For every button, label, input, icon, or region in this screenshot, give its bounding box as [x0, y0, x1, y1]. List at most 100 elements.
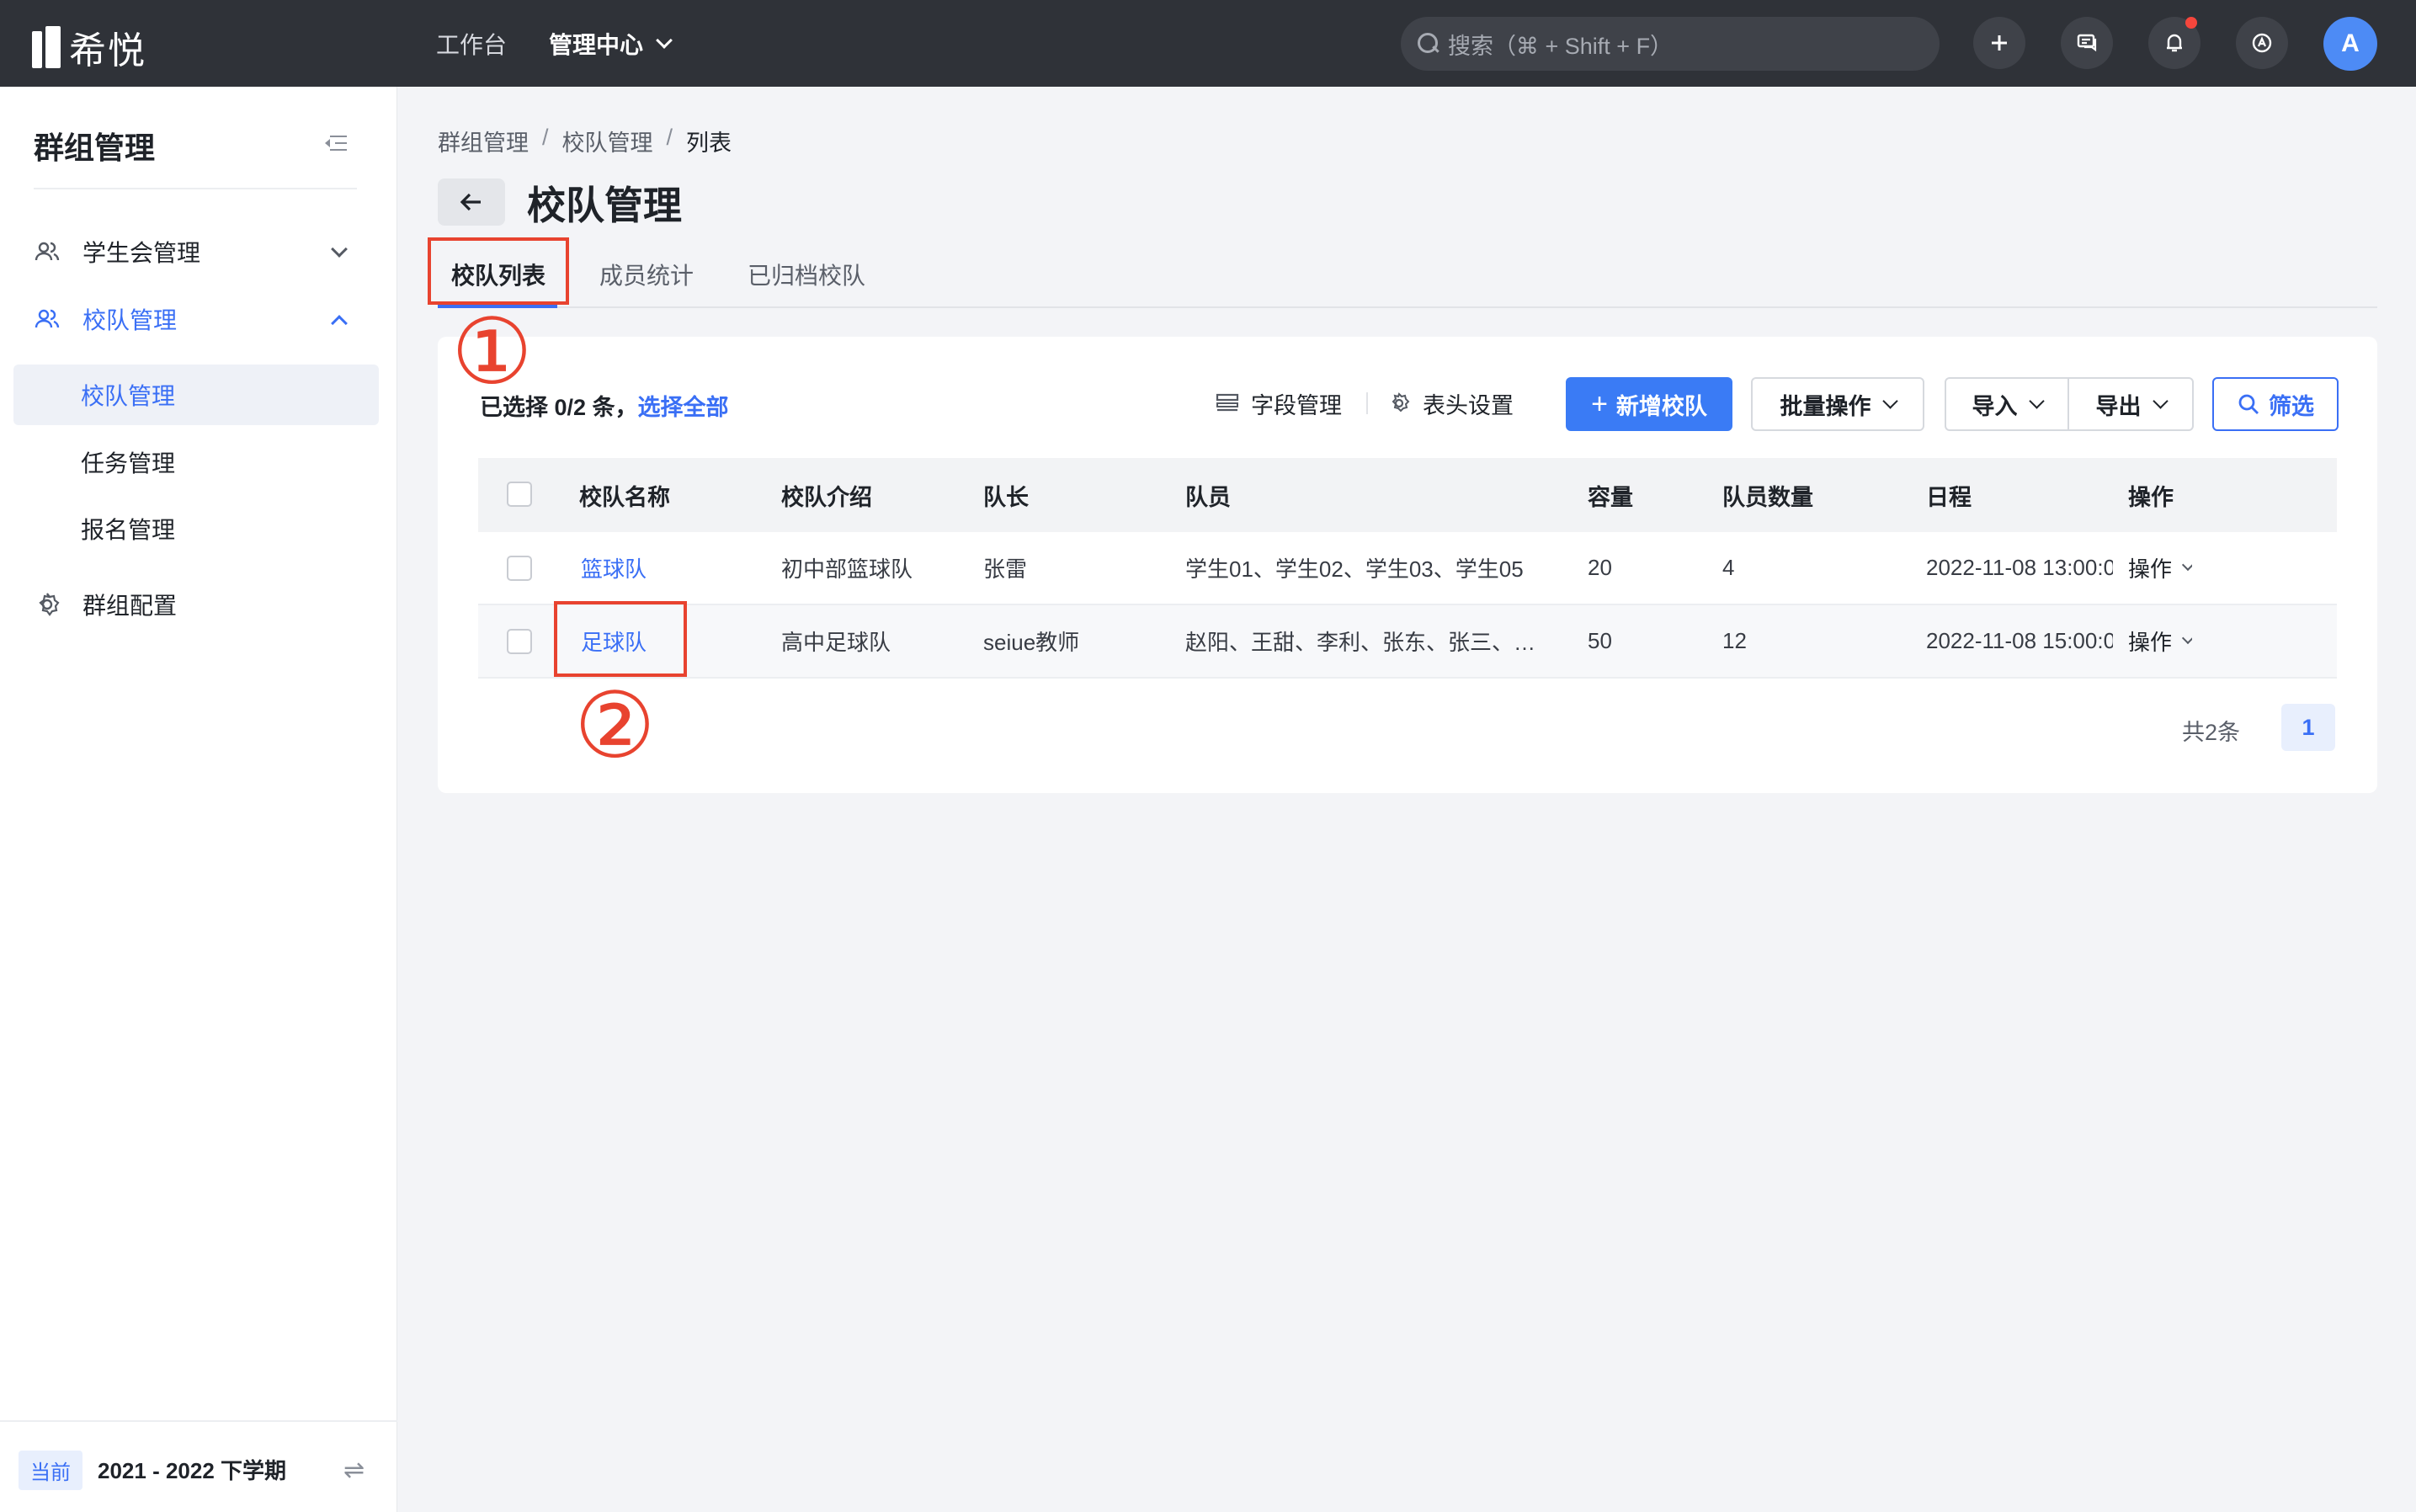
add-team-button[interactable]: + 新增校队 [1566, 377, 1732, 431]
team-schedule: 2022-11-08 15:00:00-2022-1 [1926, 628, 2113, 653]
notification-dot [2185, 17, 2197, 29]
breadcrumb: 群组管理 / 校队管理 / 列表 [438, 125, 732, 157]
field-manage-button[interactable]: 字段管理 [1216, 377, 1342, 429]
column-header[interactable]: 队员数量 [1722, 479, 1813, 512]
nav-admin-center-label: 管理中心 [549, 31, 644, 58]
sidebar-item-group-config[interactable]: 群组配置 [13, 574, 379, 635]
avatar[interactable]: A [2323, 17, 2377, 71]
import-dropdown[interactable]: 导入 [1945, 377, 2069, 431]
top-nav: 工作台 管理中心 [436, 0, 673, 87]
team-table: 校队名称 校队介绍 队长 队员 容量 队员数量 日程 操作 篮球队 初中部篮球队… [478, 458, 2337, 679]
chevron-down-icon [656, 31, 673, 49]
help-button[interactable] [2236, 17, 2288, 69]
tab-member-stats[interactable]: 成员统计 [599, 258, 694, 291]
collapse-sidebar-icon[interactable] [325, 134, 347, 152]
table-row: 足球队 高中足球队 seiue教师 赵阳、王甜、李利、张东、张三、… 50 12… [478, 605, 2337, 679]
team-member-count: 4 [1722, 555, 1735, 580]
column-header[interactable]: 操作 [2128, 479, 2174, 512]
tab-bar: 校队列表 成员统计 已归档校队 [438, 249, 2377, 308]
nav-workbench[interactable]: 工作台 [436, 27, 507, 61]
row-checkbox[interactable] [507, 556, 532, 581]
breadcrumb-group-management[interactable]: 群组管理 [438, 125, 529, 157]
sidebar-item-team-management[interactable]: 校队管理 [13, 289, 379, 349]
team-intro: 高中足球队 [781, 630, 891, 655]
search-icon [1418, 33, 1439, 55]
chevron-up-icon [331, 315, 348, 332]
logo[interactable]: 希悦 [32, 20, 146, 74]
export-label: 导出 [2095, 393, 2142, 419]
add-team-label: 新增校队 [1615, 393, 1707, 419]
sidebar-subitem-team-management[interactable]: 校队管理 [13, 365, 379, 425]
bell-icon [2167, 34, 2182, 52]
row-operation-dropdown[interactable]: 操作 [2128, 552, 2193, 583]
nav-admin-center[interactable]: 管理中心 [549, 27, 673, 61]
select-all-checkbox[interactable] [507, 482, 532, 507]
messages-button[interactable] [2061, 17, 2113, 69]
sidebar-subitem-signup-management[interactable]: 报名管理 [13, 498, 379, 559]
swap-term-icon[interactable]: ⇌ [343, 1456, 365, 1485]
sidebar-item-label: 校队管理 [82, 307, 178, 333]
annotation-box-tab [428, 237, 569, 305]
sidebar-title: 群组管理 [34, 130, 156, 165]
batch-operation-label: 批量操作 [1780, 393, 1871, 419]
team-members: 学生01、学生02、学生03、学生05 [1185, 556, 1524, 582]
message-icon [2077, 34, 2097, 52]
global-search-input[interactable]: 搜索（⌘ + Shift + F） [1401, 17, 1940, 71]
column-header[interactable]: 校队介绍 [781, 479, 872, 512]
column-header[interactable]: 容量 [1588, 479, 1633, 512]
column-header[interactable]: 校队名称 [579, 479, 670, 512]
team-captain: 张雷 [983, 556, 1028, 582]
select-all-link[interactable]: 选择全部 [638, 395, 729, 420]
team-members: 赵阳、王甜、李利、张东、张三、… [1185, 630, 1536, 655]
pagination-page[interactable]: 1 [2281, 704, 2335, 751]
page-title: 校队管理 [527, 184, 682, 227]
current-term: 2021 - 2022 下学期 [98, 1458, 287, 1483]
team-capacity: 20 [1588, 555, 1612, 580]
operation-label: 操作 [2128, 630, 2173, 655]
sidebar-footer-divider [0, 1420, 397, 1422]
sidebar-item-student-council[interactable]: 学生会管理 [13, 221, 379, 282]
import-label: 导入 [1972, 393, 2018, 419]
batch-operation-dropdown[interactable]: 批量操作 [1751, 377, 1924, 431]
top-bar: 希悦 工作台 管理中心 搜索（⌘ + Shift + F） A [0, 0, 2416, 87]
header-settings-button[interactable]: 表头设置 [1387, 377, 1514, 429]
column-header[interactable]: 队员 [1185, 479, 1231, 512]
column-header[interactable]: 日程 [1926, 479, 1972, 512]
sidebar-divider [34, 188, 357, 189]
field-manage-label: 字段管理 [1251, 392, 1342, 418]
export-dropdown[interactable]: 导出 [2067, 377, 2194, 431]
table-header: 校队名称 校队介绍 队长 队员 容量 队员数量 日程 操作 [478, 458, 2337, 532]
team-intro: 初中部篮球队 [781, 556, 913, 582]
chevron-down-icon [2152, 392, 2169, 409]
column-header[interactable]: 队长 [983, 479, 1029, 512]
team-captain: seiue教师 [983, 630, 1080, 655]
filter-label: 筛选 [2269, 393, 2314, 419]
sidebar-subitem-task-management[interactable]: 任务管理 [13, 432, 379, 492]
team-name-link[interactable]: 篮球队 [581, 552, 647, 583]
row-checkbox[interactable] [507, 629, 532, 654]
tab-archived-teams[interactable]: 已归档校队 [748, 258, 865, 291]
annotation-box-team-link [554, 601, 687, 677]
filter-button[interactable]: 筛选 [2212, 377, 2339, 431]
row-operation-dropdown[interactable]: 操作 [2128, 626, 2193, 657]
chevron-down-icon [1881, 392, 1898, 409]
back-button[interactable] [438, 178, 505, 226]
fields-icon [1216, 393, 1239, 412]
users-icon [35, 242, 60, 261]
chevron-down-icon [2028, 392, 2045, 409]
team-member-count: 12 [1722, 628, 1747, 653]
team-schedule: 2022-11-08 13:00:00-2022-1 [1926, 555, 2113, 580]
pagination-total: 共2条 [2182, 720, 2241, 745]
operation-label: 操作 [2128, 556, 2173, 582]
notifications-button[interactable] [2148, 17, 2200, 69]
current-term-badge: 当前 [19, 1451, 82, 1490]
sidebar-item-label: 学生会管理 [82, 240, 201, 266]
breadcrumb-team-management[interactable]: 校队管理 [562, 125, 653, 157]
create-button[interactable] [1973, 17, 2025, 69]
annotation-number-two: ② [574, 674, 656, 776]
logo-text: 希悦 [69, 30, 146, 72]
chevron-down-icon [2181, 558, 2193, 571]
breadcrumb-separator: / [542, 125, 549, 150]
sidebar-item-label: 校队管理 [81, 383, 176, 409]
search-icon [2238, 394, 2259, 414]
